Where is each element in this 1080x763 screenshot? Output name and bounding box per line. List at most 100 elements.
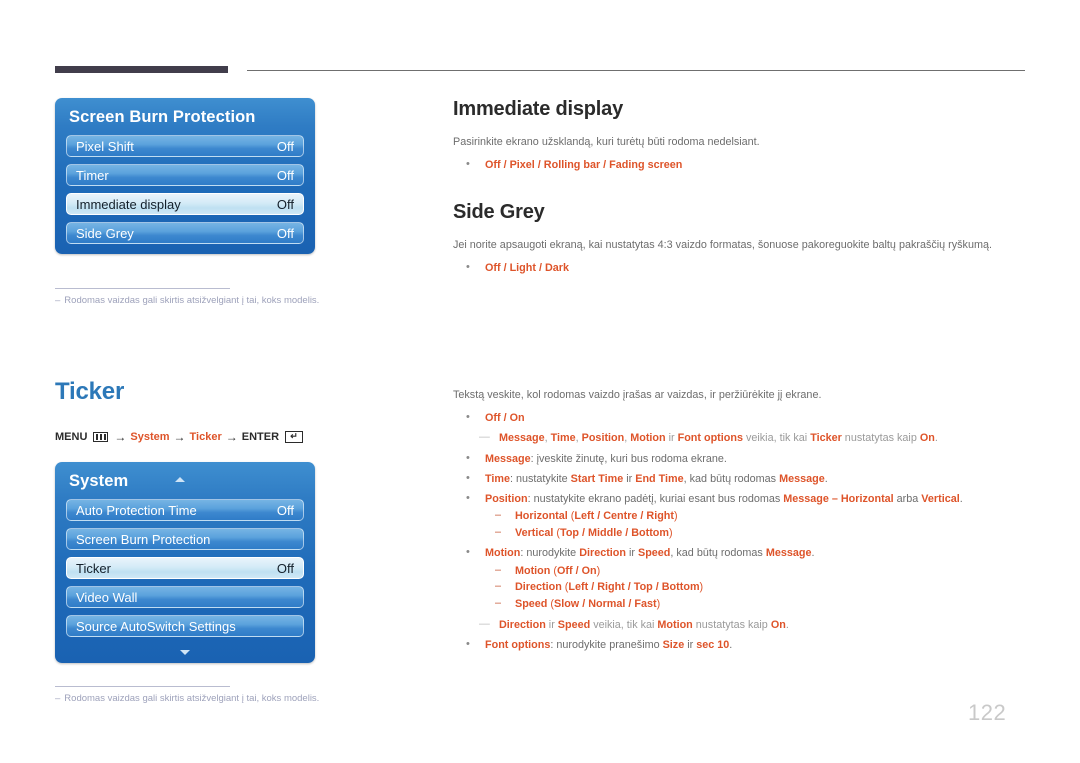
osd-row[interactable]: Side Grey Off xyxy=(66,222,304,244)
option-values: Top / Middle / Bottom xyxy=(560,527,669,540)
arrow-right-icon: → xyxy=(114,430,127,444)
term-message-horizontal: Message – Horizontal xyxy=(783,492,894,505)
header-rule xyxy=(247,70,1025,71)
ticker-options-list: Off / On xyxy=(453,409,1033,427)
option-values: Off / On xyxy=(556,564,597,577)
paren: ) xyxy=(596,564,601,577)
note-text: – Rodomas vaizdas gali skirtis atsižvelgi… xyxy=(55,693,319,704)
osd-row-value: Off xyxy=(276,167,294,183)
term-message: Message xyxy=(779,472,825,485)
list-item-font-options: Font options: nurodykite pranešimo Size … xyxy=(453,636,1033,654)
note-dash: – xyxy=(55,693,61,704)
sub-list-item: Vertical (Top / Middle / Bottom) xyxy=(485,524,1033,542)
term-on: On xyxy=(770,618,786,631)
desc-text: arba xyxy=(893,492,922,505)
term-font-options: Font options xyxy=(677,432,743,445)
desc-text: : nustatykite ekrano padėtį, kuriai esan… xyxy=(527,492,784,505)
page-title-ticker: Ticker xyxy=(55,378,125,405)
page-number: 122 xyxy=(968,700,1007,725)
desc-text: : nurodykite xyxy=(520,546,580,559)
osd-row-label: Immediate display xyxy=(76,196,181,212)
breadcrumb-item-ticker[interactable]: Ticker xyxy=(190,431,222,443)
osd-row-value: Off xyxy=(276,196,294,212)
term-ticker: Ticker xyxy=(810,432,842,445)
osd-row-selected[interactable]: Immediate display Off xyxy=(66,193,304,215)
term-speed: Speed xyxy=(638,546,671,559)
osd-row-label: Side Grey xyxy=(76,225,134,241)
osd-row[interactable]: Source AutoSwitch Settings xyxy=(66,615,304,637)
list-item: Off / Light / Dark xyxy=(453,259,1033,277)
term-motion: Motion xyxy=(485,546,521,559)
term-horizontal: Horizontal xyxy=(515,510,568,523)
note-body: Rodomas vaizdas gali skirtis atsižvelgia… xyxy=(64,693,320,704)
motion-sub-list: Motion (Off / On) Direction (Left / Righ… xyxy=(485,562,1033,613)
desc-text: : įveskite žinutę, kuri bus rodoma ekran… xyxy=(530,453,727,466)
term-message: Message xyxy=(499,432,545,445)
option-values: Slow / Normal / Fast xyxy=(554,597,657,610)
list-item-message: Message: įveskite žinutę, kuri bus rodom… xyxy=(453,450,1033,468)
position-sub-list: Horizontal (Left / Centre / Right) Verti… xyxy=(485,507,1033,542)
desc-text: ir xyxy=(684,639,697,652)
term-message: Message xyxy=(485,453,531,466)
osd-row-value: Off xyxy=(276,502,294,518)
osd-panel-title: System xyxy=(55,462,315,499)
osd-scroll-down[interactable] xyxy=(55,647,315,663)
term-sec-10: sec 10 xyxy=(696,639,730,652)
osd-row-list: Auto Protection Time Off Screen Burn Pro… xyxy=(55,499,315,647)
term-motion: Motion xyxy=(657,618,693,631)
term-direction: Direction xyxy=(579,546,626,559)
desc-text: . xyxy=(959,492,963,505)
osd-row-label: Video Wall xyxy=(76,589,138,605)
osd-row[interactable]: Screen Burn Protection xyxy=(66,528,304,550)
sub-list-item: Speed (Slow / Normal / Fast) xyxy=(485,595,1033,613)
paren: ) xyxy=(673,510,678,523)
sep: veikia, tik kai xyxy=(590,618,658,631)
arrow-right-icon: → xyxy=(173,430,186,444)
section-desc-side-grey: Jei norite apsaugoti ekraną, kai nustaty… xyxy=(453,239,992,252)
term-motion: Motion xyxy=(515,564,551,577)
header-accent-bar xyxy=(55,66,228,73)
note-rule xyxy=(55,288,230,289)
paren: ) xyxy=(668,527,673,540)
option-values: Off / On xyxy=(485,411,525,424)
ticker-body: Tekstą veskite, kol rodomas vaizdo įraša… xyxy=(453,388,1033,657)
desc-text: ir xyxy=(623,472,636,485)
osd-row-label: Pixel Shift xyxy=(76,138,134,154)
term-end-time: End Time xyxy=(635,472,684,485)
term-on: On xyxy=(919,432,935,445)
arrow-down-icon[interactable] xyxy=(180,650,190,655)
section-heading-side-grey: Side Grey xyxy=(453,201,545,224)
section-desc-immediate-display: Pasirinkite ekrano užsklandą, kuri turėt… xyxy=(453,136,760,148)
osd-row[interactable]: Pixel Shift Off xyxy=(66,135,304,157)
arrow-right-icon: → xyxy=(225,430,238,444)
desc-text: . xyxy=(729,639,733,652)
sep: ir xyxy=(665,432,678,445)
desc-text: ir xyxy=(626,546,638,559)
breadcrumb-enter-label: ENTER xyxy=(241,431,280,443)
term-speed: Speed xyxy=(515,597,548,610)
option-values: Off / Pixel / Rolling bar / Fading scree… xyxy=(485,158,683,171)
note-motion-dependency: Direction ir Speed veikia, tik kai Motio… xyxy=(453,616,1033,634)
sub-list-item: Horizontal (Left / Centre / Right) xyxy=(485,507,1033,525)
osd-row-label: Auto Protection Time xyxy=(76,502,197,518)
desc-text: , kad būtų rodomas xyxy=(670,546,766,559)
osd-row-value: Off xyxy=(276,560,294,576)
sep: nustatytas kaip xyxy=(692,618,771,631)
sep: veikia, tik kai xyxy=(742,432,811,445)
arrow-up-icon[interactable] xyxy=(175,477,185,482)
content-column: Immediate display Pasirinkite ekrano užs… xyxy=(453,98,1033,653)
options-list-immediate-display: Off / Pixel / Rolling bar / Fading scree… xyxy=(453,156,1033,174)
osd-panel-title: Screen Burn Protection xyxy=(69,108,256,126)
term-speed: Speed xyxy=(557,618,591,631)
osd-row[interactable]: Video Wall xyxy=(66,586,304,608)
sep: ir xyxy=(545,618,558,631)
osd-row-label: Source AutoSwitch Settings xyxy=(76,618,236,634)
osd-row-selected[interactable]: Ticker Off xyxy=(66,557,304,579)
ticker-font-options-list: Font options: nurodykite pranešimo Size … xyxy=(453,636,1033,654)
osd-row[interactable]: Auto Protection Time Off xyxy=(66,499,304,521)
osd-row[interactable]: Timer Off xyxy=(66,164,304,186)
desc-text: . xyxy=(824,472,828,485)
osd-panel-title-text: System xyxy=(69,472,129,490)
breadcrumb-item-system[interactable]: System xyxy=(130,431,169,443)
menu-icon xyxy=(93,432,109,442)
